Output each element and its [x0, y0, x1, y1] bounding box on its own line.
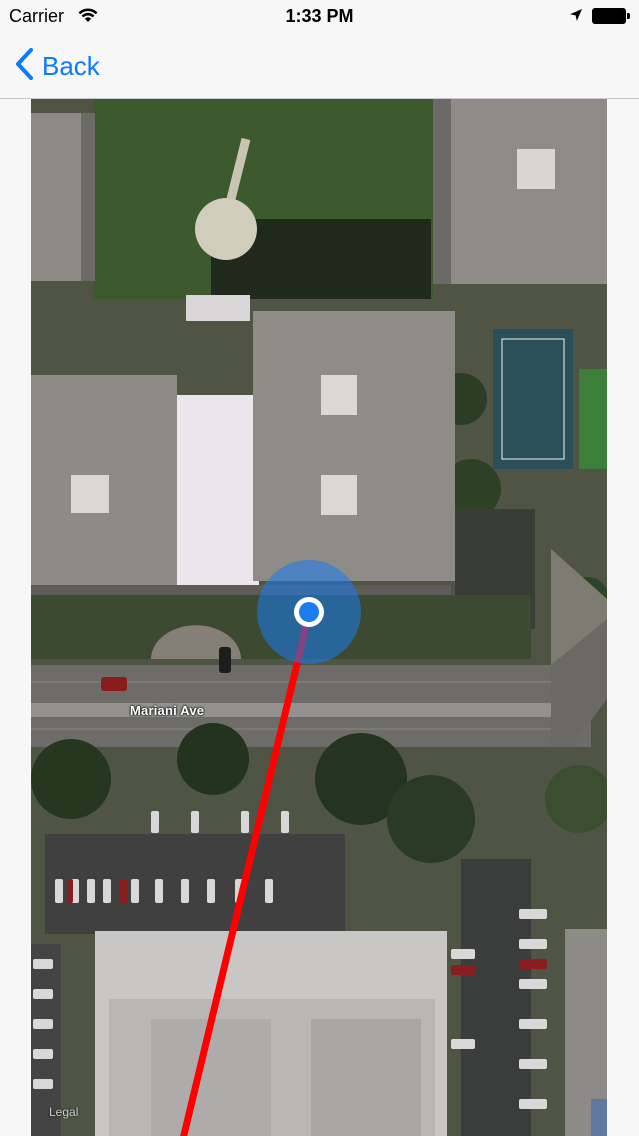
user-location-dot [299, 602, 319, 622]
street-label: Mariani Ave [130, 703, 205, 718]
back-button[interactable]: Back [14, 46, 100, 86]
map-view[interactable]: Mariani Ave Legal [31, 99, 607, 1136]
battery-icon [592, 8, 630, 24]
navigation-bar: Back [0, 32, 639, 99]
legal-link[interactable]: Legal [49, 1105, 78, 1119]
status-bar: Carrier 1:33 PM [0, 0, 639, 32]
back-label: Back [42, 50, 100, 81]
status-time: 1:33 PM [285, 6, 354, 26]
location-arrow-icon [569, 8, 583, 27]
satellite-imagery [31, 99, 607, 1136]
chevron-left-icon [14, 47, 34, 86]
